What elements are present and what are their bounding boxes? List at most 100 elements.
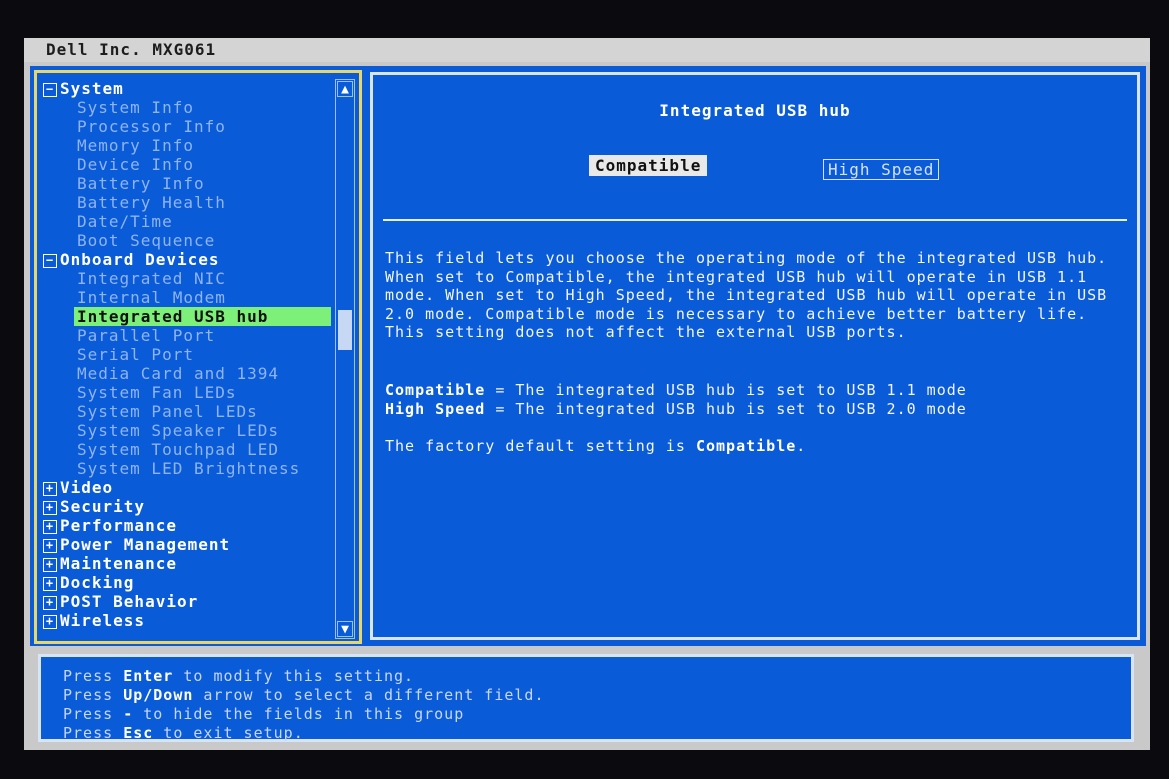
- tree-item-battery-info[interactable]: Battery Info: [43, 174, 333, 193]
- help-line: Press - to hide the fields in this group: [63, 705, 464, 723]
- help-line: Press Esc to exit setup.: [63, 724, 304, 742]
- plus-box-icon[interactable]: +: [43, 519, 57, 534]
- tree-item-label: Security: [60, 497, 146, 516]
- settings-tree-panel: − System System Info Processor Info Memory I…: [34, 70, 362, 644]
- tree-item-label: Media Card and 1394: [77, 364, 280, 383]
- tree-group-system[interactable]: − System: [43, 79, 333, 98]
- tree-item-system-panel-leds[interactable]: System Panel LEDs: [43, 402, 333, 421]
- tree-item-label: Memory Info: [77, 136, 194, 155]
- tree-group-performance[interactable]: + Performance: [43, 516, 333, 535]
- factory-default-line: The factory default setting is Compatibl…: [385, 437, 806, 455]
- help-text: to hide the fields in this group: [133, 705, 465, 723]
- tree-item-memory-info[interactable]: Memory Info: [43, 136, 333, 155]
- tree-item-date-time[interactable]: Date/Time: [43, 212, 333, 231]
- tree-item-label: POST Behavior: [60, 592, 199, 611]
- tree-item-label: Processor Info: [77, 117, 226, 136]
- help-key: Up/Down: [123, 686, 194, 704]
- tree-item-label: Onboard Devices: [60, 250, 220, 269]
- definition-text: = The integrated USB hub is set to USB 1…: [485, 381, 967, 399]
- plus-box-icon[interactable]: +: [43, 614, 57, 629]
- setting-detail-panel: Integrated USB hub Compatible High Speed…: [370, 72, 1140, 640]
- tree-group-video[interactable]: + Video: [43, 478, 333, 497]
- tree-group-security[interactable]: + Security: [43, 497, 333, 516]
- plus-box-icon[interactable]: +: [43, 595, 57, 610]
- arrow-down-icon[interactable]: ▼: [337, 621, 353, 637]
- plus-box-icon[interactable]: +: [43, 576, 57, 591]
- tree-group-docking[interactable]: + Docking: [43, 573, 333, 592]
- tree-item-label: System Panel LEDs: [77, 402, 258, 421]
- tree-item-label: System LED Brightness: [77, 459, 301, 478]
- help-key: Esc: [123, 724, 154, 742]
- tree-item-integrated-nic[interactable]: Integrated NIC: [43, 269, 333, 288]
- help-text: Press: [63, 667, 124, 685]
- tree-group-wireless[interactable]: + Wireless: [43, 611, 333, 630]
- definition-compatible: Compatible = The integrated USB hub is s…: [385, 381, 967, 399]
- plus-box-icon[interactable]: +: [43, 557, 57, 572]
- tree-item-label: Power Management: [60, 535, 231, 554]
- help-panel: Press Enter to modify this setting. Pres…: [38, 654, 1134, 742]
- main-area: − System System Info Processor Info Memory I…: [30, 66, 1146, 646]
- tree-item-label: Battery Health: [77, 193, 226, 212]
- help-text: to modify this setting.: [173, 667, 415, 685]
- tree-item-system-led-brightness[interactable]: System LED Brightness: [43, 459, 333, 478]
- tree-item-label: Wireless: [60, 611, 146, 630]
- tree-item-parallel-port[interactable]: Parallel Port: [43, 326, 333, 345]
- help-text: Press: [63, 705, 124, 723]
- option-compatible[interactable]: Compatible: [589, 155, 708, 176]
- tree-item-label: Integrated NIC: [77, 269, 226, 288]
- tree-item-system-speaker-leds[interactable]: System Speaker LEDs: [43, 421, 333, 440]
- tree-item-label: Performance: [60, 516, 177, 535]
- tree-item-system-touchpad-led[interactable]: System Touchpad LED: [43, 440, 333, 459]
- plus-box-icon[interactable]: +: [43, 538, 57, 553]
- definition-term: Compatible: [385, 381, 486, 399]
- tree-item-label: System: [60, 79, 124, 98]
- setting-description: This field lets you choose the operating…: [385, 249, 1108, 341]
- tree-scrollbar[interactable]: ▲ ▼: [335, 79, 355, 639]
- default-value: Compatible: [695, 437, 797, 455]
- help-text: to exit setup.: [153, 724, 304, 742]
- tree-item-processor-info[interactable]: Processor Info: [43, 117, 333, 136]
- plus-box-icon[interactable]: +: [43, 500, 57, 515]
- tree-item-serial-port[interactable]: Serial Port: [43, 345, 333, 364]
- tree-item-battery-health[interactable]: Battery Health: [43, 193, 333, 212]
- tree-item-internal-modem[interactable]: Internal Modem: [43, 288, 333, 307]
- tree-item-media-card-and-1394[interactable]: Media Card and 1394: [43, 364, 333, 383]
- help-line: Press Enter to modify this setting.: [63, 667, 414, 685]
- help-text: arrow to select a different field.: [193, 686, 545, 704]
- default-suffix: .: [796, 437, 807, 455]
- option-high-speed[interactable]: High Speed: [823, 159, 940, 180]
- tree-item-device-info[interactable]: Device Info: [43, 155, 333, 174]
- minus-box-icon[interactable]: −: [43, 82, 57, 97]
- minus-box-icon[interactable]: −: [43, 253, 57, 268]
- tree-item-label: Maintenance: [60, 554, 177, 573]
- tree-item-label: System Fan LEDs: [77, 383, 237, 402]
- window-title: Dell Inc. MXG061: [24, 38, 1150, 62]
- help-line: Press Up/Down arrow to select a differen…: [63, 686, 544, 704]
- definition-high-speed: High Speed = The integrated USB hub is s…: [385, 400, 967, 418]
- help-text: Press: [63, 686, 124, 704]
- help-text: Press: [63, 724, 124, 742]
- plus-box-icon[interactable]: +: [43, 481, 57, 496]
- tree-item-label: Boot Sequence: [77, 231, 216, 250]
- tree-group-maintenance[interactable]: + Maintenance: [43, 554, 333, 573]
- tree-item-label: System Speaker LEDs: [77, 421, 280, 440]
- help-key: -: [123, 705, 134, 723]
- tree-item-system-info[interactable]: System Info: [43, 98, 333, 117]
- arrow-up-icon[interactable]: ▲: [337, 81, 353, 97]
- scrollbar-thumb[interactable]: [338, 310, 352, 350]
- tree-item-integrated-usb-hub[interactable]: Integrated USB hub: [43, 307, 333, 326]
- tree-item-label: System Touchpad LED: [77, 440, 280, 459]
- setting-title: Integrated USB hub: [659, 101, 851, 120]
- tree-group-post-behavior[interactable]: + POST Behavior: [43, 592, 333, 611]
- tree-group-onboard-devices[interactable]: − Onboard Devices: [43, 250, 333, 269]
- bios-screen: Dell Inc. MXG061 − System System Info Proce…: [24, 38, 1150, 750]
- tree-item-label: Docking: [60, 573, 135, 592]
- tree-item-boot-sequence[interactable]: Boot Sequence: [43, 231, 333, 250]
- tree-group-power-management[interactable]: + Power Management: [43, 535, 333, 554]
- definition-term: High Speed: [385, 400, 486, 418]
- tree-item-label: Integrated USB hub: [74, 307, 331, 326]
- tree-item-label: Device Info: [77, 155, 194, 174]
- tree-item-label: Date/Time: [77, 212, 173, 231]
- help-key: Enter: [123, 667, 174, 685]
- tree-item-system-fan-leds[interactable]: System Fan LEDs: [43, 383, 333, 402]
